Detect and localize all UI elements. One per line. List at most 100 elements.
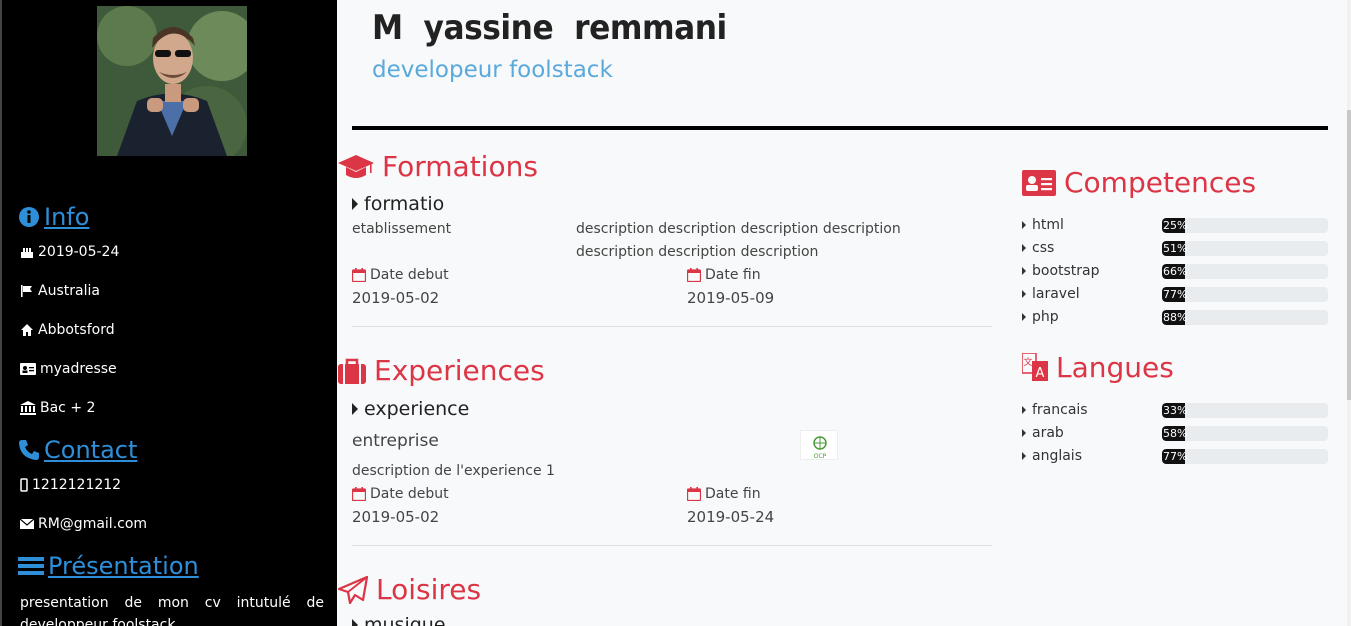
competences-name: php — [1022, 309, 1059, 325]
progress-bar: 25% — [1162, 218, 1188, 233]
birthdate-text: 2019-05-24 — [38, 244, 120, 260]
paper-plane-icon — [338, 575, 368, 604]
langues-label: arab — [1032, 425, 1064, 441]
progress-bar: 77% — [1162, 449, 1188, 464]
competences-row: html 25% — [1022, 217, 1328, 233]
phone-icon — [19, 440, 39, 460]
header-divider — [352, 126, 1328, 130]
experience-item-title: experience — [352, 398, 469, 420]
city-text: Abbotsford — [38, 322, 115, 338]
experience-description: description de l'experience 1 — [352, 463, 555, 479]
progress-bar: 77% — [1162, 287, 1188, 302]
mobile-icon — [20, 478, 28, 492]
info-heading-label: Info — [44, 203, 90, 231]
langues-row: francais 33% — [1022, 402, 1328, 418]
section-divider — [352, 326, 992, 327]
scrollbar[interactable] — [1347, 0, 1351, 626]
caret-right-icon — [1022, 267, 1026, 275]
presentation-heading: Présentation — [18, 552, 199, 580]
loisir-item-title: musique — [352, 614, 446, 626]
progress-track: 51% — [1162, 241, 1328, 256]
competences-name: html — [1022, 217, 1064, 233]
address-card-icon — [20, 363, 36, 375]
company-logo-text: OCP — [814, 453, 827, 460]
caret-right-icon — [1022, 290, 1026, 298]
sidebar: Info 2019-05-24 Australia Abbotsford mya… — [0, 0, 337, 626]
calendar-icon — [352, 268, 366, 282]
info-heading: Info — [18, 203, 89, 231]
svg-text:文: 文 — [1023, 356, 1032, 368]
progress-track: 58% — [1162, 426, 1328, 441]
competences-row: bootstrap 66% — [1022, 263, 1328, 279]
experiences-title: Experiences — [374, 354, 545, 387]
experience-name: experience — [364, 398, 470, 420]
formation-end-date: 2019-05-09 — [687, 289, 775, 307]
competences-heading: Competences — [1022, 166, 1256, 199]
loisir-name: musique — [364, 614, 446, 626]
langues-name: anglais — [1022, 448, 1082, 464]
competences-name: laravel — [1022, 286, 1080, 302]
country-text: Australia — [38, 283, 100, 299]
formation-establishment: etablissement — [352, 221, 452, 237]
calendar-icon — [352, 487, 366, 501]
langues-label: anglais — [1032, 448, 1082, 464]
formation-start-label: Date debut — [352, 267, 449, 283]
education-level-item: Bac + 2 — [20, 400, 95, 416]
info-circle-icon — [19, 207, 39, 227]
langues-row: arab 58% — [1022, 425, 1328, 441]
calendar-icon — [687, 268, 701, 282]
competences-row: css 51% — [1022, 240, 1328, 256]
svg-text:A: A — [1036, 366, 1045, 381]
formation-name: formatio — [364, 193, 445, 215]
caret-right-icon — [1022, 452, 1026, 460]
flag-icon — [21, 285, 32, 297]
progress-track: 88% — [1162, 310, 1328, 325]
profile-photo — [97, 6, 247, 156]
competences-name: css — [1022, 240, 1054, 256]
email-text: RM@gmail.com — [38, 516, 148, 532]
formation-item-title: formatio — [352, 193, 444, 215]
formations-title: Formations — [382, 150, 538, 183]
birthdate-item: 2019-05-24 — [20, 244, 119, 260]
caret-right-icon — [352, 403, 358, 415]
loisires-title: Loisires — [376, 573, 482, 606]
university-icon — [20, 401, 36, 415]
date-fin-label: Date fin — [705, 267, 761, 283]
progress-bar: 58% — [1162, 426, 1188, 441]
scrollbar-thumb[interactable] — [1347, 110, 1351, 400]
caret-right-icon — [1022, 221, 1026, 229]
progress-track: 66% — [1162, 264, 1328, 279]
caret-right-icon — [352, 198, 358, 210]
competences-row: laravel 77% — [1022, 286, 1328, 302]
progress-track: 77% — [1162, 287, 1328, 302]
date-debut-label: Date debut — [370, 486, 449, 502]
calendar-icon — [687, 487, 701, 501]
education-level-text: Bac + 2 — [40, 400, 96, 416]
suitcase-icon — [338, 358, 366, 384]
address-text: myadresse — [40, 361, 117, 377]
graduation-cap-icon — [338, 154, 374, 178]
language-icon: A文 — [1022, 352, 1048, 381]
experiences-heading: Experiences — [338, 354, 545, 387]
contact-heading: Contact — [18, 436, 137, 464]
progress-bar: 33% — [1162, 403, 1188, 418]
formation-description-line2: description description description — [576, 244, 819, 260]
phone-text: 1212121212 — [32, 477, 122, 493]
id-card-icon — [1022, 169, 1056, 196]
phone-item: 1212121212 — [20, 477, 121, 493]
envelope-icon — [20, 518, 34, 529]
contact-heading-label: Contact — [44, 436, 138, 464]
full-name: M yassine remmani — [372, 8, 727, 48]
competences-label: laravel — [1032, 286, 1080, 302]
formation-description-line1: description description description desc… — [576, 221, 901, 237]
company-logo: OCP — [800, 430, 838, 460]
caret-right-icon — [352, 619, 358, 626]
caret-right-icon — [1022, 313, 1026, 321]
bars-icon — [18, 557, 44, 575]
job-title: developeur foolstack — [372, 57, 613, 83]
competences-label: php — [1032, 309, 1059, 325]
progress-bar: 51% — [1162, 241, 1188, 256]
langues-heading: A文 Langues — [1022, 351, 1174, 384]
presentation-heading-label: Présentation — [48, 552, 199, 580]
caret-right-icon — [1022, 406, 1026, 414]
